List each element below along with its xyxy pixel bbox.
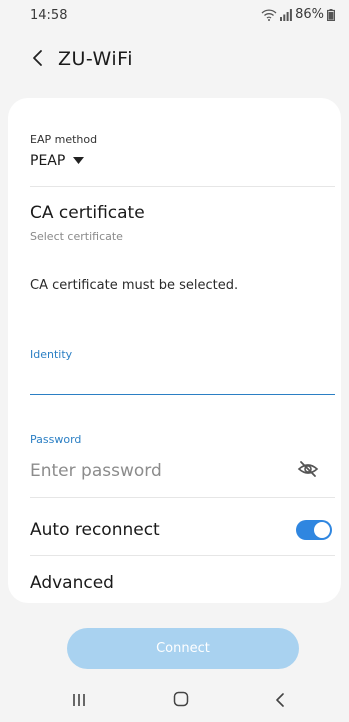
status-indicators: 86% <box>261 7 335 22</box>
identity-label: Identity <box>30 348 73 361</box>
recent-apps-button[interactable] <box>62 688 96 714</box>
auto-reconnect-toggle[interactable] <box>296 520 332 540</box>
navigation-bar <box>0 680 349 722</box>
divider <box>30 497 335 498</box>
status-bar: 14:58 86% <box>0 0 349 30</box>
ca-certificate-title: CA certificate <box>30 203 145 223</box>
nav-back-icon <box>275 692 285 711</box>
home-icon <box>173 691 189 711</box>
signal-icon <box>280 8 292 21</box>
ca-certificate-subtitle: Select certificate <box>30 230 123 243</box>
recent-apps-icon <box>72 692 86 711</box>
battery-percent: 86% <box>295 7 324 22</box>
nav-back-button[interactable] <box>263 688 297 714</box>
auto-reconnect-label: Auto reconnect <box>30 520 160 540</box>
ca-certificate-warning: CA certificate must be selected. <box>30 278 239 293</box>
toggle-knob <box>314 522 330 538</box>
battery-icon <box>327 8 335 21</box>
password-label: Password <box>30 433 82 446</box>
eap-method-value: PEAP <box>30 153 66 169</box>
eap-method-label: EAP method <box>30 133 98 146</box>
back-button[interactable] <box>24 46 52 74</box>
divider <box>30 186 335 187</box>
identity-input[interactable] <box>30 366 335 395</box>
eap-method-dropdown[interactable]: PEAP <box>30 153 85 169</box>
connect-button[interactable]: Connect <box>67 628 299 669</box>
wifi-settings-card: EAP method PEAP CA certificate Select ce… <box>8 98 341 603</box>
back-arrow-icon <box>32 49 44 71</box>
status-time: 14:58 <box>30 8 68 23</box>
dropdown-triangle-icon <box>73 153 85 169</box>
divider <box>30 555 335 556</box>
eye-off-icon <box>297 460 319 482</box>
password-input[interactable] <box>30 458 290 484</box>
wifi-icon <box>261 8 277 21</box>
show-password-toggle[interactable] <box>295 459 321 483</box>
home-button[interactable] <box>164 688 198 714</box>
app-header: ZU-WiFi <box>0 40 349 82</box>
advanced-row[interactable]: Advanced <box>30 573 114 593</box>
network-title: ZU-WiFi <box>58 48 133 70</box>
